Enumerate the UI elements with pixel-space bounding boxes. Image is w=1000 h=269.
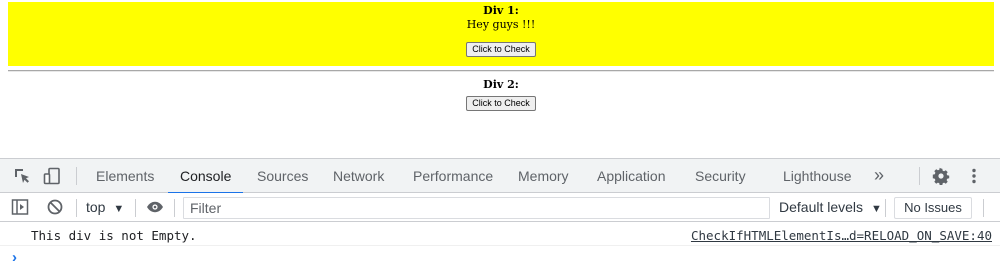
dropdown-arrow-icon: ▼: [113, 203, 125, 215]
devtools-tabbar: Elements Console Sources Network Perform…: [0, 158, 1000, 194]
filter-field[interactable]: [183, 197, 770, 219]
toolbar-separator: [76, 199, 77, 217]
inspect-element-icon[interactable]: [13, 167, 31, 185]
console-prompt-chevron-icon[interactable]: ›: [12, 249, 17, 266]
tab-lighthouse[interactable]: Lighthouse: [783, 159, 852, 193]
console-message-source-link[interactable]: CheckIfHTMLElementIs…d=RELOAD_ON_SAVE:40: [691, 228, 992, 243]
tab-security[interactable]: Security: [695, 159, 746, 193]
settings-gear-icon[interactable]: [932, 167, 950, 186]
tab-elements[interactable]: Elements: [96, 159, 154, 193]
console-toolbar: top ▼ Default levels ▼ No Issues: [0, 193, 1000, 222]
tab-network[interactable]: Network: [333, 159, 384, 193]
toolbar-separator-5: [983, 199, 984, 217]
context-selector[interactable]: top ▼: [86, 198, 124, 217]
tabbar-separator-right: [919, 167, 920, 185]
more-tabs-icon[interactable]: »: [874, 158, 884, 192]
div-1-text: Hey guys !!!: [466, 18, 536, 31]
tab-console[interactable]: Console: [167, 159, 244, 194]
clear-console-icon[interactable]: [46, 198, 64, 216]
div-1-yellow: Div 1: Hey guys !!! Click to Check: [8, 2, 994, 66]
more-options-icon[interactable]: [965, 167, 983, 185]
div-1-check-button[interactable]: Click to Check: [466, 42, 536, 57]
log-levels-dropdown[interactable]: Default levels ▼: [779, 198, 882, 217]
devtools-panel: Elements Console Sources Network Perform…: [0, 158, 1000, 269]
toolbar-separator-3: [174, 199, 175, 217]
context-label: top: [86, 199, 106, 215]
tab-memory[interactable]: Memory: [518, 159, 569, 193]
div-2-check-button[interactable]: Click to Check: [466, 96, 536, 111]
tab-performance[interactable]: Performance: [413, 159, 493, 193]
console-message-text: This div is not Empty.: [31, 228, 197, 243]
console-message: This div is not Empty. CheckIfHTMLElemen…: [0, 226, 1000, 246]
toolbar-separator-4: [885, 199, 886, 217]
tab-sources[interactable]: Sources: [257, 159, 308, 193]
device-toolbar-icon[interactable]: [43, 167, 61, 185]
div-2-title: Div 2:: [483, 78, 519, 91]
div-1-title: Div 1:: [483, 4, 519, 17]
show-sidebar-icon[interactable]: [11, 198, 29, 216]
toolbar-separator-2: [135, 199, 136, 217]
log-levels-label: Default levels: [779, 199, 864, 215]
filter-input[interactable]: [184, 198, 769, 218]
issues-button[interactable]: No Issues: [894, 197, 972, 219]
tab-application[interactable]: Application: [597, 159, 666, 193]
tabbar-separator: [76, 167, 77, 185]
live-expression-eye-icon[interactable]: [146, 198, 164, 216]
dropdown-arrow-icon: ▼: [870, 203, 882, 215]
horizontal-rule: [8, 70, 994, 72]
div-2: Div 2: Click to Check: [8, 76, 994, 111]
